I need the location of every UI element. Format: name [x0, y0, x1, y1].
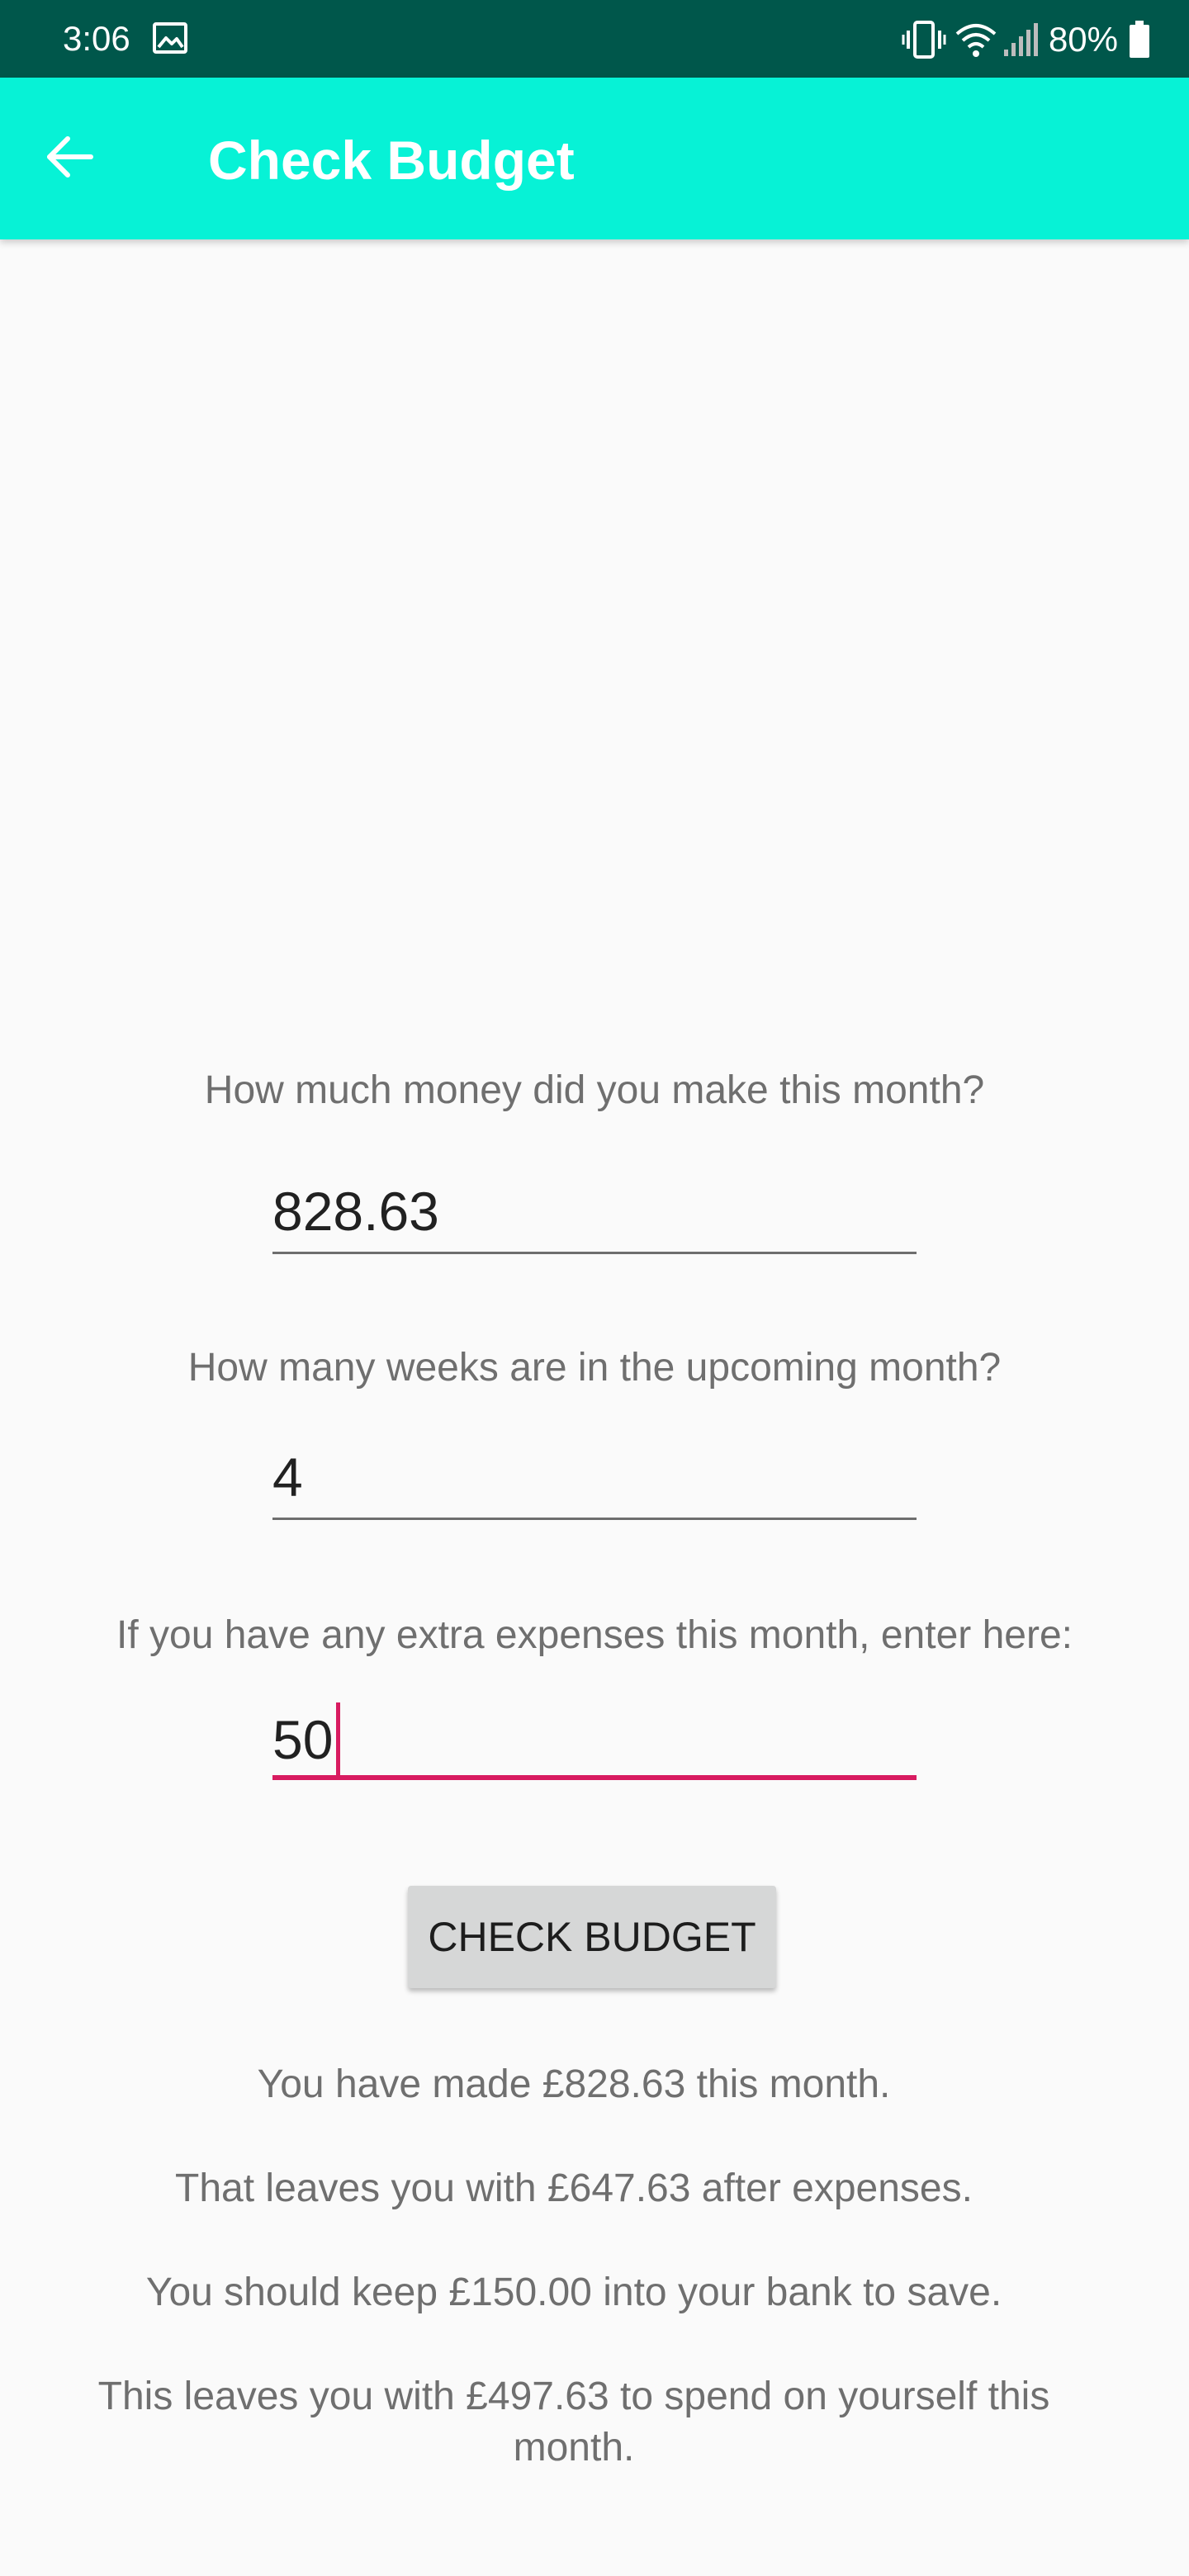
- arrow-back-icon: [45, 134, 94, 184]
- status-bar: 3:06 80%: [0, 0, 1189, 78]
- back-button[interactable]: [30, 119, 109, 198]
- result-after-expenses: That leaves you with £647.63 after expen…: [175, 2166, 973, 2210]
- weeks-question: How many weeks are in the upcoming month…: [187, 1346, 1002, 1390]
- income-value: 828.63: [272, 1181, 439, 1242]
- page-title: Check Budget: [208, 130, 575, 191]
- result-save: You should keep £150.00 into your bank t…: [145, 2271, 1002, 2314]
- income-field[interactable]: 828.63: [272, 1176, 917, 1254]
- battery-icon: [1128, 21, 1151, 59]
- result-spend: This leaves you with £497.63 to spend on…: [97, 2375, 1050, 2469]
- weeks-field[interactable]: 4: [272, 1442, 917, 1520]
- status-time: 3:06: [63, 19, 130, 58]
- text-cursor: [336, 1702, 341, 1777]
- weeks-value: 4: [272, 1447, 303, 1508]
- check-budget-button[interactable]: CHECK BUDGET: [408, 1886, 776, 1988]
- gallery-icon: [152, 21, 188, 54]
- income-question: How much money did you make this month?: [204, 1068, 985, 1112]
- signal-icon: [1002, 21, 1039, 58]
- expenses-field[interactable]: 50: [272, 1699, 917, 1780]
- expenses-question: If you have any extra expenses this mont…: [116, 1613, 1073, 1657]
- status-icons: 80%: [902, 15, 1151, 64]
- app-bar: Check Budget: [0, 78, 1189, 239]
- expenses-value-wrap: 50: [272, 1702, 341, 1777]
- battery-percent: 80%: [1048, 20, 1118, 59]
- result-made: You have made £828.63 this month.: [257, 2062, 891, 2106]
- expenses-value: 50: [272, 1709, 334, 1770]
- vibrate-icon: [902, 19, 946, 60]
- wifi-icon: [955, 21, 997, 59]
